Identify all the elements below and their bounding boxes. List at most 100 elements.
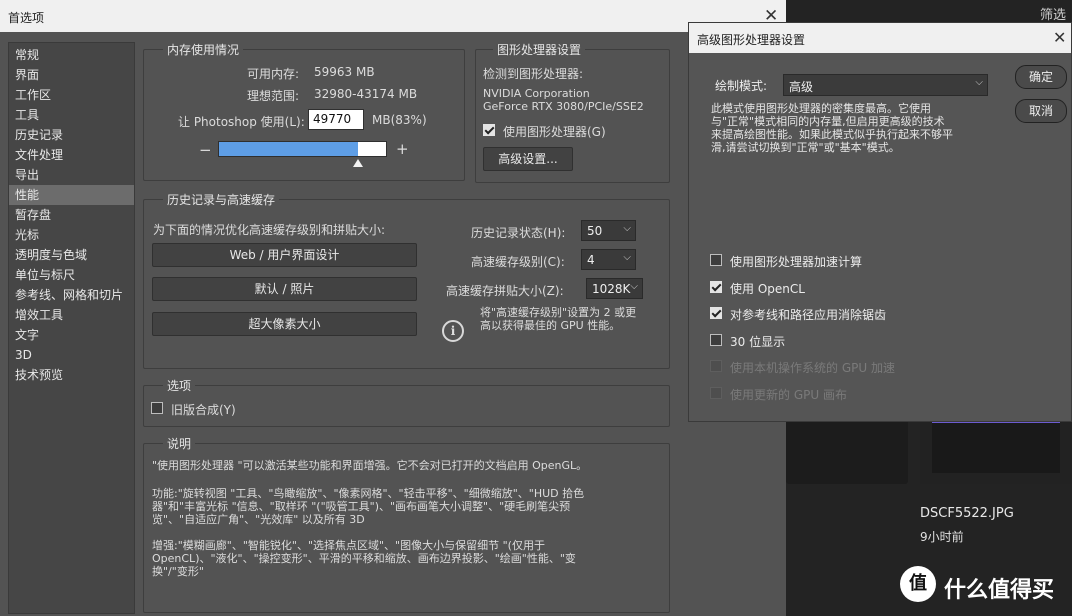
description-line: 增强:"模糊画廊"、"智能锐化"、"选择焦点区域"、"图像大小与保留细节 "(仅… bbox=[152, 539, 545, 552]
brand-watermark: 什么值得买 bbox=[944, 578, 1055, 603]
web-ui-preset-button[interactable]: Web / 用户界面设计 bbox=[152, 243, 417, 267]
group-title: 图形处理器设置 bbox=[493, 41, 586, 58]
advanced-option-label: 使用图形处理器加速计算 bbox=[730, 255, 863, 269]
sidebar-item[interactable]: 性能 bbox=[9, 185, 134, 205]
group-title: 选项 bbox=[163, 377, 196, 394]
plus-icon[interactable]: + bbox=[396, 140, 409, 158]
mode-description-line: 来提高绘图性能。如果此模式似乎执行起来不够平 bbox=[711, 128, 953, 141]
sidebar-item[interactable]: 透明度与色域 bbox=[9, 245, 134, 265]
sidebar-item[interactable]: 增效工具 bbox=[9, 305, 134, 325]
cache-info-line2: 高以获得最佳的 GPU 性能。 bbox=[480, 319, 621, 332]
file-time: 9小时前 bbox=[920, 530, 964, 544]
advanced-option-checkbox[interactable] bbox=[710, 254, 722, 266]
tile-size-label: 高速缓存拼贴大小(Z): bbox=[446, 284, 564, 298]
mode-description-line: 与"正常"模式相同的内存量,但启用更高级的技术 bbox=[711, 115, 945, 128]
drawing-mode-select[interactable]: 高级 ⌵ bbox=[783, 74, 988, 96]
sidebar-item[interactable]: 3D bbox=[9, 345, 134, 365]
gpu-model: GeForce RTX 3080/PCIe/SSE2 bbox=[483, 100, 644, 113]
chevron-down-icon: ⌵ bbox=[623, 252, 631, 263]
group-title: 内存使用情况 bbox=[163, 41, 244, 58]
brand-logo-icon: 值 bbox=[900, 566, 936, 602]
ideal-range-label: 理想范围: bbox=[247, 89, 300, 103]
memory-usage-unit: MB(83%) bbox=[372, 113, 427, 127]
description-line: 器"和"丰富光标 "信息、"取样环 "("吸管工具")、"画布画笔大小调整"、"… bbox=[152, 500, 571, 513]
huge-pixel-preset-button[interactable]: 超大像素大小 bbox=[152, 312, 417, 336]
cache-info-line1: 将"高速缓存级别"设置为 2 或更 bbox=[480, 306, 637, 319]
sidebar-item[interactable]: 历史记录 bbox=[9, 125, 134, 145]
drawing-mode-value: 高级 bbox=[789, 80, 814, 94]
advanced-option-label: 使用本机操作系统的 GPU 加速 bbox=[730, 361, 895, 375]
default-photo-preset-button[interactable]: 默认 / 照片 bbox=[152, 277, 417, 301]
gpu-detected-label: 检测到图形处理器: bbox=[483, 67, 584, 81]
memory-usage-input[interactable]: 49770 bbox=[308, 109, 364, 130]
sidebar-item[interactable]: 技术预览 bbox=[9, 365, 134, 385]
mode-description-line: 此模式使用图形处理器的密集度最高。它使用 bbox=[711, 102, 931, 115]
memory-slider-track[interactable] bbox=[218, 141, 387, 157]
dialog-titlebar: 高级图形处理器设置 ✕ bbox=[689, 23, 1071, 53]
description-line: 功能:"旋转视图 "工具、"鸟瞰缩放"、"像素网格"、"轻击平移"、"细微缩放"… bbox=[152, 487, 585, 500]
advanced-option-label: 使用更新的 GPU 画布 bbox=[730, 387, 847, 402]
sidebar-item[interactable]: 光标 bbox=[9, 225, 134, 245]
advanced-option-checkbox[interactable] bbox=[710, 333, 722, 346]
minus-icon[interactable]: − bbox=[199, 141, 212, 159]
sidebar-item[interactable]: 文字 bbox=[9, 325, 134, 345]
advanced-option-checkbox bbox=[710, 386, 722, 399]
tile-size-select[interactable]: 1028K ⌵ bbox=[586, 278, 643, 299]
close-icon[interactable]: ✕ bbox=[1053, 28, 1066, 47]
cancel-button[interactable]: 取消 bbox=[1015, 99, 1067, 123]
optimize-label: 为下面的情况优化高速缓存级别和拼贴大小: bbox=[153, 223, 386, 237]
description-line: 换"/"变形" bbox=[152, 565, 204, 578]
description-line: 览"、"自适应广角"、"光效库" 以及所有 3D bbox=[152, 513, 365, 526]
chevron-down-icon: ⌵ bbox=[623, 223, 631, 234]
tile-size-value: 1028K bbox=[592, 282, 631, 296]
preferences-dialog: 首选项 ✕ 常规 界面 工作区 工具 历史记录 文件处理 导出 性能 暂存盘 光标 透明度与色域 单位… bbox=[0, 0, 786, 616]
sidebar-item[interactable]: 常规 bbox=[9, 45, 134, 65]
ideal-range-value: 32980-43174 MB bbox=[314, 87, 418, 101]
dialog-title: 首选项 bbox=[8, 11, 45, 25]
sidebar-item[interactable]: 界面 bbox=[9, 65, 134, 85]
mode-description-line: 滑,请尝试切换到"正常"或"基本"模式。 bbox=[711, 141, 900, 154]
advanced-option-label: 30 位显示 bbox=[730, 334, 786, 349]
advanced-option-checkbox[interactable] bbox=[710, 307, 722, 319]
drawing-mode-label: 绘制模式: bbox=[715, 79, 768, 93]
description-paragraph: "使用图形处理器 "可以激活某些功能和界面增强。它不会对已打开的文档启用 Ope… bbox=[152, 459, 588, 472]
filter-label[interactable]: 筛选 bbox=[1040, 4, 1066, 23]
sidebar-item[interactable]: 文件处理 bbox=[9, 145, 134, 165]
chevron-down-icon: ⌵ bbox=[630, 281, 638, 292]
use-gpu-checkbox[interactable] bbox=[483, 124, 495, 136]
use-gpu-label: 使用图形处理器(G) bbox=[503, 125, 606, 139]
history-states-label: 历史记录状态(H): bbox=[471, 226, 566, 240]
advanced-option-label: 使用 OpenCL bbox=[730, 281, 805, 296]
photoshop-usage-label: 让 Photoshop 使用(L): bbox=[178, 115, 305, 129]
advanced-settings-button[interactable]: 高级设置... bbox=[483, 147, 573, 171]
legacy-compositing-checkbox[interactable] bbox=[151, 402, 163, 414]
sidebar-item[interactable]: 导出 bbox=[9, 165, 134, 185]
preferences-sidebar: 常规 界面 工作区 工具 历史记录 文件处理 导出 性能 暂存盘 光标 透明度与色域 单位与标尺 参考线… bbox=[8, 42, 135, 614]
history-states-value: 50 bbox=[587, 224, 603, 238]
sidebar-item[interactable]: 参考线、网格和切片 bbox=[9, 285, 134, 305]
sidebar-item[interactable]: 工具 bbox=[9, 105, 134, 125]
sidebar-item[interactable]: 暂存盘 bbox=[9, 205, 134, 225]
available-memory-value: 59963 MB bbox=[314, 65, 375, 79]
available-memory-label: 可用内存: bbox=[247, 67, 300, 81]
info-icon: i bbox=[442, 320, 464, 342]
cache-levels-value: 4 bbox=[587, 253, 595, 267]
chevron-down-icon: ⌵ bbox=[975, 77, 983, 88]
history-states-select[interactable]: 50 ⌵ bbox=[581, 220, 636, 241]
cache-levels-label: 高速缓存级别(C): bbox=[471, 255, 565, 269]
sidebar-item[interactable]: 单位与标尺 bbox=[9, 265, 134, 285]
advanced-gpu-settings-dialog: 高级图形处理器设置 ✕ 绘制模式: 高级 ⌵ 确定 取消 此模式使用图形处理器的密… bbox=[688, 22, 1072, 422]
file-name: DSCF5522.JPG bbox=[920, 506, 1014, 521]
gpu-vendor: NVIDIA Corporation bbox=[483, 87, 590, 100]
cache-levels-select[interactable]: 4 ⌵ bbox=[581, 249, 636, 270]
memory-slider-fill bbox=[219, 142, 358, 156]
ok-button[interactable]: 确定 bbox=[1015, 65, 1067, 89]
advanced-option-label: 对参考线和路径应用消除锯齿 bbox=[730, 308, 887, 322]
advanced-option-checkbox[interactable] bbox=[710, 280, 722, 293]
description-line: OpenCL)、"液化"、"操控变形"、平滑的平移和缩放、画布边界投影、"绘画"… bbox=[152, 552, 576, 565]
sidebar-item[interactable]: 工作区 bbox=[9, 85, 134, 105]
dialog-titlebar: 首选项 ✕ bbox=[0, 0, 786, 32]
dialog-title: 高级图形处理器设置 bbox=[697, 33, 806, 47]
group-title: 历史记录与高速缓存 bbox=[163, 191, 280, 208]
memory-slider-handle[interactable] bbox=[353, 159, 363, 167]
